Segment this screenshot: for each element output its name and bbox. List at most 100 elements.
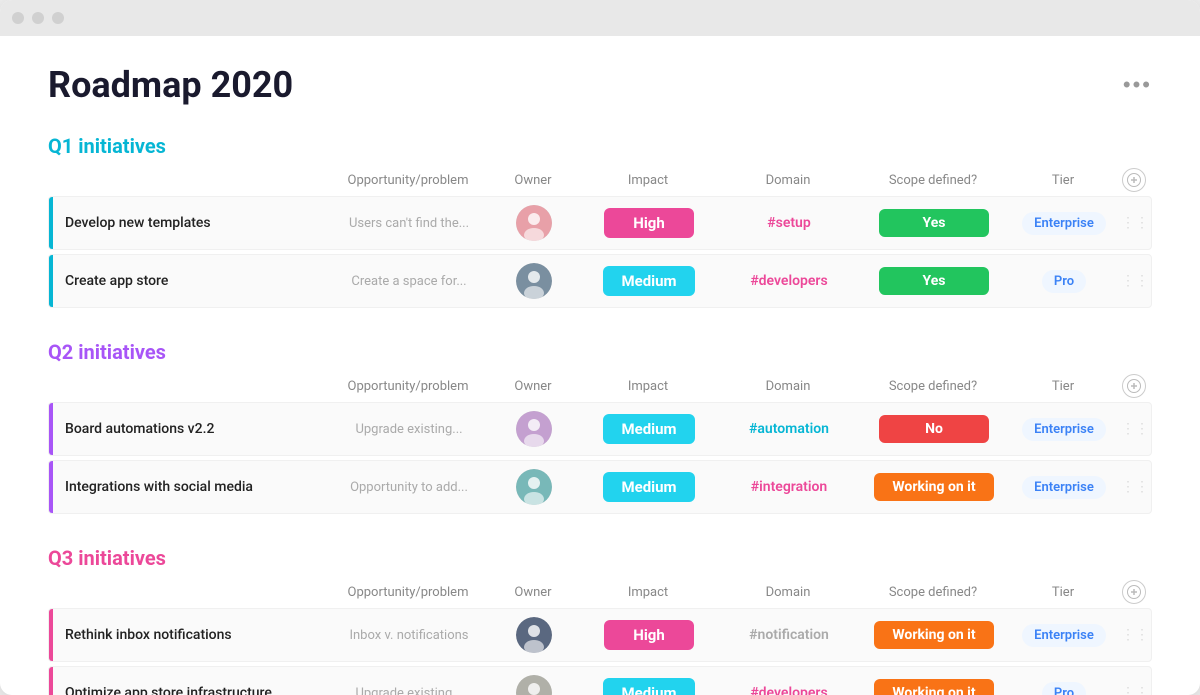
row-domain: #developers bbox=[719, 273, 859, 289]
row-tier: Pro bbox=[1009, 270, 1119, 293]
table-row: Rethink inbox notifications Inbox v. noti… bbox=[48, 608, 1152, 662]
row-tier: Enterprise bbox=[1009, 418, 1119, 441]
col-header-opportunity: Opportunity/problem bbox=[328, 379, 488, 394]
col-headers-q1: Opportunity/problemOwnerImpactDomainScop… bbox=[48, 164, 1152, 196]
row-opportunity: Inbox v. notifications bbox=[329, 628, 489, 643]
col-header-owner: Owner bbox=[488, 173, 578, 188]
avatar bbox=[516, 617, 552, 653]
section-header-q2: Q2 initiatives bbox=[48, 340, 1152, 364]
row-opportunity: Upgrade existing... bbox=[329, 686, 489, 695]
col-header-tier: Tier bbox=[1008, 585, 1118, 600]
section-title-q1: Q1 initiatives bbox=[48, 134, 228, 158]
row-name-text: Develop new templates bbox=[53, 215, 211, 231]
row-name-cell: Board automations v2.2 bbox=[49, 403, 329, 455]
drag-handle[interactable]: ⋮⋮ bbox=[1119, 627, 1151, 643]
row-domain: #notification bbox=[719, 627, 859, 643]
drag-handle[interactable]: ⋮⋮ bbox=[1119, 479, 1151, 495]
section-title-q3: Q3 initiatives bbox=[48, 546, 228, 570]
section-header-q1: Q1 initiatives bbox=[48, 134, 1152, 158]
impact-badge: Medium bbox=[603, 414, 694, 444]
row-name-text: Optimize app store infrastructure bbox=[53, 685, 272, 695]
row-scope: Working on it bbox=[859, 679, 1009, 695]
col-header-opportunity: Opportunity/problem bbox=[328, 585, 488, 600]
col-header-add[interactable] bbox=[1118, 374, 1150, 398]
drag-handle[interactable]: ⋮⋮ bbox=[1119, 685, 1151, 695]
drag-icon[interactable]: ⋮⋮ bbox=[1121, 479, 1149, 495]
row-impact: Medium bbox=[579, 472, 719, 502]
table-row: Develop new templatesUsers can't find th… bbox=[48, 196, 1152, 250]
row-owner bbox=[489, 263, 579, 299]
row-impact: Medium bbox=[579, 414, 719, 444]
row-impact: High bbox=[579, 208, 719, 238]
row-scope: Working on it bbox=[859, 621, 1009, 649]
add-col-button-q1[interactable] bbox=[1122, 168, 1146, 192]
avatar bbox=[516, 263, 552, 299]
add-col-button-q3[interactable] bbox=[1122, 580, 1146, 604]
col-header-scope: Scope defined? bbox=[858, 585, 1008, 600]
row-scope: Yes bbox=[859, 209, 1009, 237]
row-domain: #integration bbox=[719, 479, 859, 495]
drag-icon[interactable]: ⋮⋮ bbox=[1121, 685, 1149, 695]
drag-icon[interactable]: ⋮⋮ bbox=[1121, 627, 1149, 643]
table-row: Board automations v2.2 Upgrade existing..… bbox=[48, 402, 1152, 456]
section-q3: Q3 initiativesOpportunity/problemOwnerIm… bbox=[48, 546, 1152, 695]
col-header-opportunity: Opportunity/problem bbox=[328, 173, 488, 188]
col-header-owner: Owner bbox=[488, 585, 578, 600]
row-scope: No bbox=[859, 415, 1009, 443]
section-q2: Q2 initiatives Opportunity/problemOwnerIm… bbox=[48, 340, 1152, 514]
col-header-owner: Owner bbox=[488, 379, 578, 394]
drag-handle[interactable]: ⋮⋮ bbox=[1119, 421, 1151, 437]
impact-badge: High bbox=[604, 208, 694, 238]
impact-badge: Medium bbox=[603, 678, 694, 695]
row-domain: #developers bbox=[719, 685, 859, 695]
col-header-domain: Domain bbox=[718, 173, 858, 188]
add-col-button-q2[interactable] bbox=[1122, 374, 1146, 398]
row-name-cell: Integrations with social media bbox=[49, 461, 329, 513]
impact-badge: Medium bbox=[603, 266, 694, 296]
table-row: Create app storeCreate a space for... Me… bbox=[48, 254, 1152, 308]
more-button[interactable]: ••• bbox=[1123, 72, 1152, 98]
col-header-impact: Impact bbox=[578, 173, 718, 188]
scope-badge: Working on it bbox=[874, 679, 993, 695]
row-owner bbox=[489, 469, 579, 505]
scope-badge: Yes bbox=[879, 267, 989, 295]
row-scope: Yes bbox=[859, 267, 1009, 295]
row-name-text: Board automations v2.2 bbox=[53, 421, 214, 437]
row-name-cell: Develop new templates bbox=[49, 197, 329, 249]
drag-handle[interactable]: ⋮⋮ bbox=[1119, 273, 1151, 289]
col-header-scope: Scope defined? bbox=[858, 173, 1008, 188]
row-name-cell: Create app store bbox=[49, 255, 329, 307]
row-impact: Medium bbox=[579, 678, 719, 695]
titlebar bbox=[0, 0, 1200, 36]
row-impact: High bbox=[579, 620, 719, 650]
row-tier: Enterprise bbox=[1009, 624, 1119, 647]
col-header-scope: Scope defined? bbox=[858, 379, 1008, 394]
scope-badge: No bbox=[879, 415, 989, 443]
drag-icon[interactable]: ⋮⋮ bbox=[1121, 215, 1149, 231]
col-header-tier: Tier bbox=[1008, 379, 1118, 394]
row-tier: Enterprise bbox=[1009, 476, 1119, 499]
col-header-domain: Domain bbox=[718, 585, 858, 600]
tier-badge: Pro bbox=[1042, 682, 1086, 695]
col-header-add[interactable] bbox=[1118, 580, 1150, 604]
tier-badge: Enterprise bbox=[1022, 624, 1106, 647]
main-content: Roadmap 2020 ••• Q1 initiatives Opportuni… bbox=[0, 36, 1200, 695]
row-opportunity: Upgrade existing... bbox=[329, 422, 489, 437]
sections-container: Q1 initiativesOpportunity/problemOwnerIm… bbox=[48, 134, 1152, 695]
table-row: Integrations with social mediaOpportunit… bbox=[48, 460, 1152, 514]
dot-red bbox=[12, 12, 24, 24]
col-header-add[interactable] bbox=[1118, 168, 1150, 192]
row-name-cell: Optimize app store infrastructure bbox=[49, 667, 329, 695]
row-opportunity: Opportunity to add... bbox=[329, 480, 489, 495]
row-name-text: Rethink inbox notifications bbox=[53, 627, 232, 643]
col-header-impact: Impact bbox=[578, 379, 718, 394]
drag-handle[interactable]: ⋮⋮ bbox=[1119, 215, 1151, 231]
avatar bbox=[516, 205, 552, 241]
drag-icon[interactable]: ⋮⋮ bbox=[1121, 273, 1149, 289]
tier-badge: Enterprise bbox=[1022, 418, 1106, 441]
page-header: Roadmap 2020 ••• bbox=[48, 64, 1152, 106]
impact-badge: Medium bbox=[603, 472, 694, 502]
tier-badge: Enterprise bbox=[1022, 212, 1106, 235]
drag-icon[interactable]: ⋮⋮ bbox=[1121, 421, 1149, 437]
row-owner bbox=[489, 205, 579, 241]
